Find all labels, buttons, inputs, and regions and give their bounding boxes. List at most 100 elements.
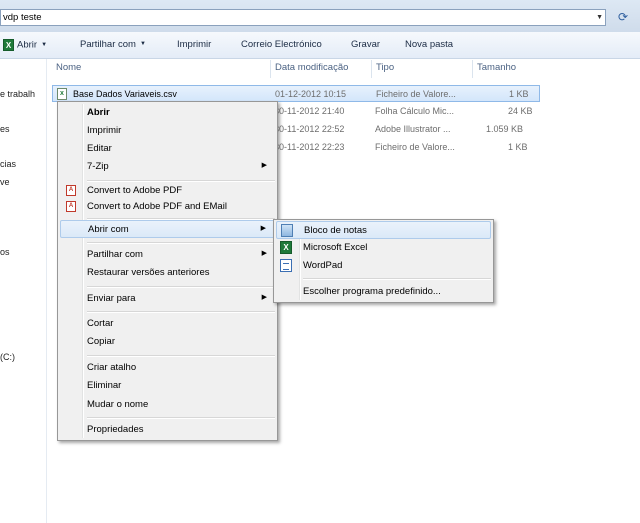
menu-item-label: Enviar para [87,293,136,304]
menu-item-share-with[interactable]: Partilhar com ▶ [60,246,275,264]
file-row-selected[interactable]: x Base Dados Variaveis.csv 01-12-2012 10… [52,85,540,102]
file-type: Ficheiro de Valore... [375,142,455,152]
menu-item-label: Criar atalho [87,362,137,373]
file-type: Folha Cálculo Mic... [375,106,455,116]
column-header-type[interactable]: Tipo [376,62,394,73]
column-header-size[interactable]: Tamanho [477,62,516,73]
menu-separator [87,286,275,288]
menu-item-label: 7-Zip [87,161,109,172]
menu-item-label: Partilhar com [87,249,143,260]
chevron-right-icon: ▶ [260,225,266,232]
nav-item[interactable]: ve [0,177,46,187]
menu-item-create-shortcut[interactable]: Criar atalho [60,359,275,377]
menu-item-open[interactable]: Abrir [60,104,275,122]
menu-item-label: Restaurar versões anteriores [87,267,210,278]
nav-item[interactable]: cias [0,159,46,169]
csv-file-icon: x [57,88,67,100]
menu-item-label: Abrir [87,107,110,118]
submenu-item-wordpad[interactable]: WordPad [276,257,491,275]
submenu-item-label: WordPad [303,260,343,271]
menu-item-label: Copiar [87,336,115,347]
nav-item[interactable]: es [0,124,46,134]
submenu-item-choose-default[interactable]: Escolher programa predefinido... [276,283,491,301]
column-divider[interactable] [371,60,372,78]
nav-item[interactable]: e trabalh [0,89,46,99]
menu-item-send-to[interactable]: Enviar para ▶ [60,290,275,308]
menu-separator [87,311,275,313]
file-name: Base Dados Variaveis.csv [73,89,177,99]
chevron-right-icon: ▶ [261,294,267,301]
chevron-right-icon: ▶ [261,162,267,169]
file-size: 1 KB [508,142,528,152]
menu-item-print[interactable]: Imprimir [60,122,275,140]
menu-item-label: Imprimir [87,125,122,136]
menu-separator [303,278,491,280]
address-bar: vdp teste ▼ ⟳ [0,0,640,32]
menu-item-7zip[interactable]: 7-Zip ▶ [60,158,275,176]
context-menu: Abrir Imprimir Editar 7-Zip ▶ A Convert to… [57,101,278,441]
nav-item[interactable]: os [0,247,46,257]
share-button-label: Partilhar com [80,39,136,50]
menu-separator [87,242,275,244]
menu-item-label: Propriedades [87,424,144,435]
menu-item-label: Editar [87,143,112,154]
menu-item-edit[interactable]: Editar [60,140,275,158]
column-divider[interactable] [270,60,271,78]
file-type: Adobe Illustrator ... [375,124,451,134]
menu-item-label: Eliminar [87,380,122,391]
print-button[interactable]: Imprimir [177,39,211,50]
notepad-icon [281,224,293,237]
menu-item-properties[interactable]: Propriedades [60,421,275,439]
file-date: 30-11-2012 22:23 [274,142,345,152]
file-size: 24 KB [508,106,533,116]
pdf-email-icon: A [66,201,76,212]
chevron-down-icon[interactable]: ▼ [596,14,603,21]
wordpad-icon [280,259,292,272]
column-header-name[interactable]: Nome [56,62,81,73]
column-header-modified[interactable]: Data modificação [275,62,348,73]
command-bar: X Abrir ▼ Partilhar com ▼ Imprimir Correio … [0,32,640,59]
chevron-down-icon: ▼ [41,42,48,48]
menu-separator [87,355,275,357]
submenu-item-label: Escolher programa predefinido... [303,286,441,297]
open-button-label: Abrir [17,39,38,51]
file-date: 01-12-2012 10:15 [275,89,347,99]
nav-item[interactable]: (C:) [0,352,46,362]
share-button[interactable]: Partilhar com ▼ [80,39,146,50]
file-size: 1 KB [509,89,529,99]
submenu-item-excel[interactable]: X Microsoft Excel [276,239,491,257]
chevron-down-icon: ▼ [139,41,146,48]
refresh-icon[interactable]: ⟳ [612,9,634,26]
menu-item-rename[interactable]: Mudar o nome [60,396,275,414]
submenu-item-label: Bloco de notas [304,225,367,236]
menu-item-label: Convert to Adobe PDF and EMail [87,201,227,212]
file-type: Ficheiro de Valore... [376,89,456,99]
open-with-submenu: Bloco de notas X Microsoft Excel WordPad… [273,219,494,303]
menu-item-convert-pdf-email[interactable]: A Convert to Adobe PDF and EMail [60,198,275,216]
submenu-item-label: Microsoft Excel [303,242,368,253]
menu-item-label: Cortar [87,318,114,329]
excel-icon: X [280,241,292,254]
menu-item-copy[interactable]: Copiar [60,333,275,351]
menu-item-label: Abrir com [88,224,129,235]
burn-button[interactable]: Gravar [351,39,380,50]
pdf-icon: A [66,185,76,196]
file-date: 30-11-2012 21:40 [274,106,345,116]
address-path: vdp teste [3,12,42,23]
column-divider[interactable] [472,60,473,78]
navigation-pane: e trabalh es cias ve os (C:) [0,59,47,523]
menu-item-label: Convert to Adobe PDF [87,185,183,196]
submenu-item-notepad[interactable]: Bloco de notas [276,221,491,239]
chevron-right-icon: ▶ [261,250,267,257]
address-input[interactable]: vdp teste ▼ [0,9,606,26]
menu-separator [87,417,275,419]
open-button[interactable]: X Abrir ▼ [3,39,47,51]
menu-item-cut[interactable]: Cortar [60,315,275,333]
menu-item-label: Mudar o nome [87,399,149,410]
email-button[interactable]: Correio Electrónico [241,39,322,50]
new-folder-button[interactable]: Nova pasta [405,39,453,50]
file-date: 30-11-2012 22:52 [274,124,345,134]
menu-item-restore-versions[interactable]: Restaurar versões anteriores [60,264,275,282]
menu-item-open-with[interactable]: Abrir com ▶ [60,220,275,238]
menu-item-delete[interactable]: Eliminar [60,377,275,395]
